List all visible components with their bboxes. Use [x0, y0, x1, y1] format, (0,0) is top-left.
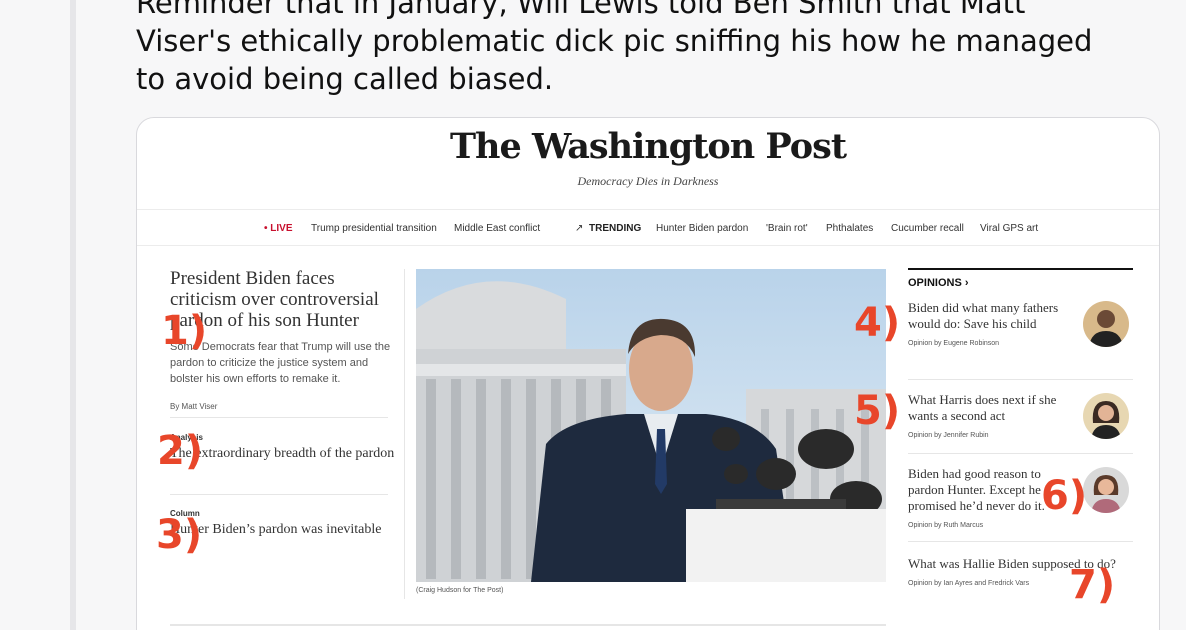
nav-link-hunter-pardon[interactable]: Hunter Biden pardon [656, 223, 748, 234]
story-3-headline[interactable]: Hunter Biden’s pardon was inevitable [170, 521, 395, 538]
divider [170, 417, 388, 418]
story-2: Analysis The extraordinary breadth of th… [170, 433, 395, 462]
annotation-2: 2) [157, 428, 204, 474]
annotation-5: 5) [854, 388, 901, 434]
avatar-eugene-robinson [1083, 301, 1129, 347]
opinions-heading-label: OPINIONS [908, 277, 962, 289]
avatar-image [1091, 401, 1121, 439]
story-2-kicker: Analysis [170, 433, 203, 442]
story-2-headline[interactable]: The extraordinary breadth of the pardon [170, 445, 395, 462]
masthead-tagline: Democracy Dies in Darkness [577, 174, 719, 188]
story-3: Column Hunter Biden’s pardon was inevita… [170, 509, 395, 538]
live-label[interactable]: • LIVE [264, 223, 293, 234]
opinion-headline[interactable]: What Harris does next if she wants a sec… [908, 392, 1068, 424]
section-divider [170, 624, 886, 626]
divider [908, 379, 1133, 380]
masthead: The Washington Post Democracy Dies in Da… [137, 118, 1159, 210]
lead-photo[interactable] [416, 269, 886, 582]
avatar-jennifer-rubin [1083, 393, 1129, 439]
story-3-kicker: Column [170, 509, 200, 518]
divider [908, 453, 1133, 454]
divider [908, 541, 1133, 542]
divider [170, 494, 388, 495]
trending-label: TRENDING [589, 223, 642, 234]
thread-rail [70, 0, 76, 630]
annotation-6: 6) [1041, 473, 1088, 519]
annotation-3: 3) [156, 512, 203, 558]
top-nav: • LIVE Trump presidential transition Mid… [137, 212, 1159, 246]
nav-link-viral-gps-art[interactable]: Viral GPS art [980, 223, 1038, 234]
annotation-4: 4) [854, 300, 901, 346]
photo-caption: (Craig Hudson for The Post) [416, 587, 504, 594]
lead-byline[interactable]: By Matt Viser [170, 402, 395, 411]
trending-icon: ↗ [575, 223, 584, 234]
nav-link-middle-east[interactable]: Middle East conflict [454, 223, 540, 234]
left-margin [0, 0, 70, 630]
opinions-section: OPINIONS › Biden did what many fathers w… [908, 268, 1133, 587]
embedded-screenshot-card[interactable]: The Washington Post Democracy Dies in Da… [136, 117, 1160, 630]
opinions-heading[interactable]: OPINIONS › [908, 268, 1133, 289]
annotation-1: 1) [161, 308, 208, 354]
opinion-headline[interactable]: Biden did what many fathers would do: Sa… [908, 300, 1068, 332]
avatar-image [1089, 310, 1123, 347]
avatar-image [1091, 475, 1121, 513]
annotation-7: 7) [1069, 562, 1116, 608]
nav-link-trump-transition[interactable]: Trump presidential transition [311, 223, 437, 234]
nav-link-cucumber-recall[interactable]: Cucumber recall [891, 223, 964, 234]
chevron-right-icon: › [964, 277, 969, 289]
opinion-byline: Opinion by Ruth Marcus [908, 522, 984, 529]
masthead-logo: The Washington Post [450, 126, 847, 167]
nav-link-phthalates[interactable]: Phthalates [826, 223, 873, 234]
post-text: Reminder that in January, Will Lewis tol… [136, 0, 1093, 96]
avatar-ruth-marcus [1083, 467, 1129, 513]
hunter-biden-photo [416, 269, 886, 582]
nav-link-brain-rot[interactable]: 'Brain rot' [766, 223, 808, 234]
column-divider [404, 269, 405, 599]
